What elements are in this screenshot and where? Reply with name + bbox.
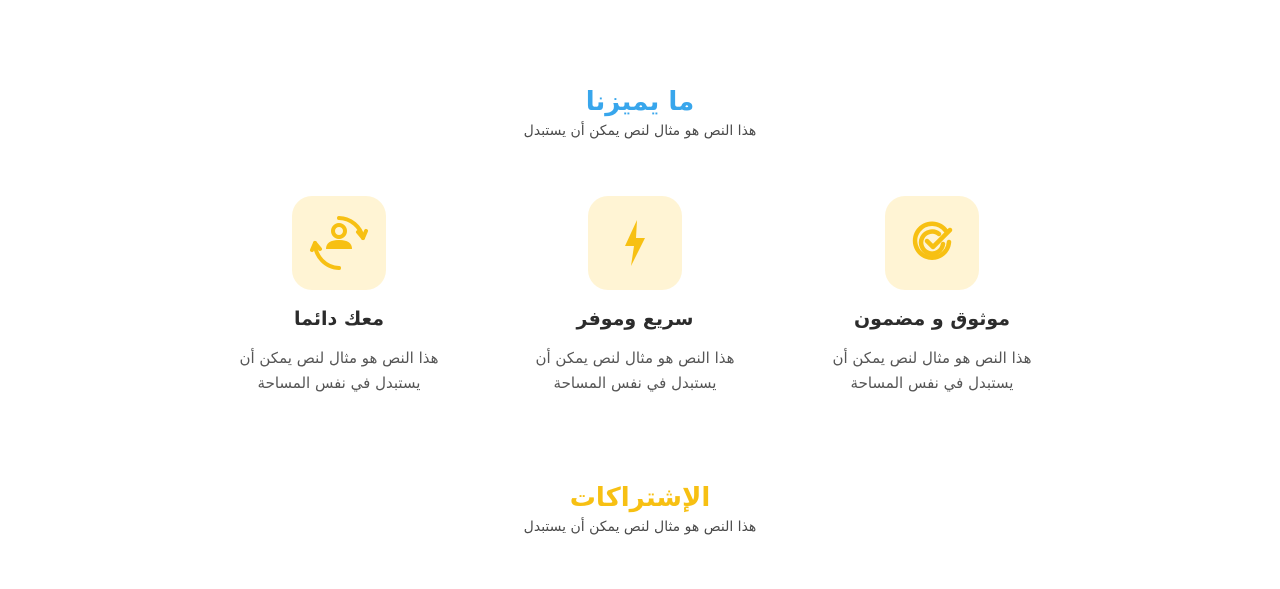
subscriptions-section-subtitle: هذا النص هو مثال لنص يمكن أن يستبدل xyxy=(523,519,757,535)
user-support-icon xyxy=(310,216,368,270)
features-section-title: ما يميزنا xyxy=(585,87,695,117)
feature-card-verified: موثوق و مضمون هذا النص هو مثال لنص يمكن … xyxy=(792,196,1072,396)
feature-icon-box xyxy=(588,196,682,290)
feature-icon-box xyxy=(292,196,386,290)
feature-icon-box xyxy=(885,196,979,290)
feature-title: معك دائما xyxy=(293,308,385,330)
feature-title: موثوق و مضمون xyxy=(853,308,1011,330)
feature-description: هذا النص هو مثال لنص يمكن أن يستبدل في ن… xyxy=(239,349,439,392)
feature-description: هذا النص هو مثال لنص يمكن أن يستبدل في ن… xyxy=(832,349,1032,392)
lightning-bolt-icon xyxy=(625,220,645,266)
features-section-header: ما يميزنا هذا النص هو مثال لنص يمكن أن ي… xyxy=(0,87,1280,141)
features-section-subtitle: هذا النص هو مثال لنص يمكن أن يستبدل xyxy=(523,123,757,139)
feature-card-support: معك دائما هذا النص هو مثال لنص يمكن أن ي… xyxy=(199,196,479,396)
subscriptions-section-title: الإشتراكات xyxy=(569,483,711,513)
feature-card-fast: سريع وموفر هذا النص هو مثال لنص يمكن أن … xyxy=(495,196,775,396)
subscriptions-section-header: الإشتراكات هذا النص هو مثال لنص يمكن أن … xyxy=(0,483,1280,537)
verified-check-icon xyxy=(912,221,953,260)
feature-description: هذا النص هو مثال لنص يمكن أن يستبدل في ن… xyxy=(535,349,735,392)
feature-title: سريع وموفر xyxy=(576,308,694,330)
